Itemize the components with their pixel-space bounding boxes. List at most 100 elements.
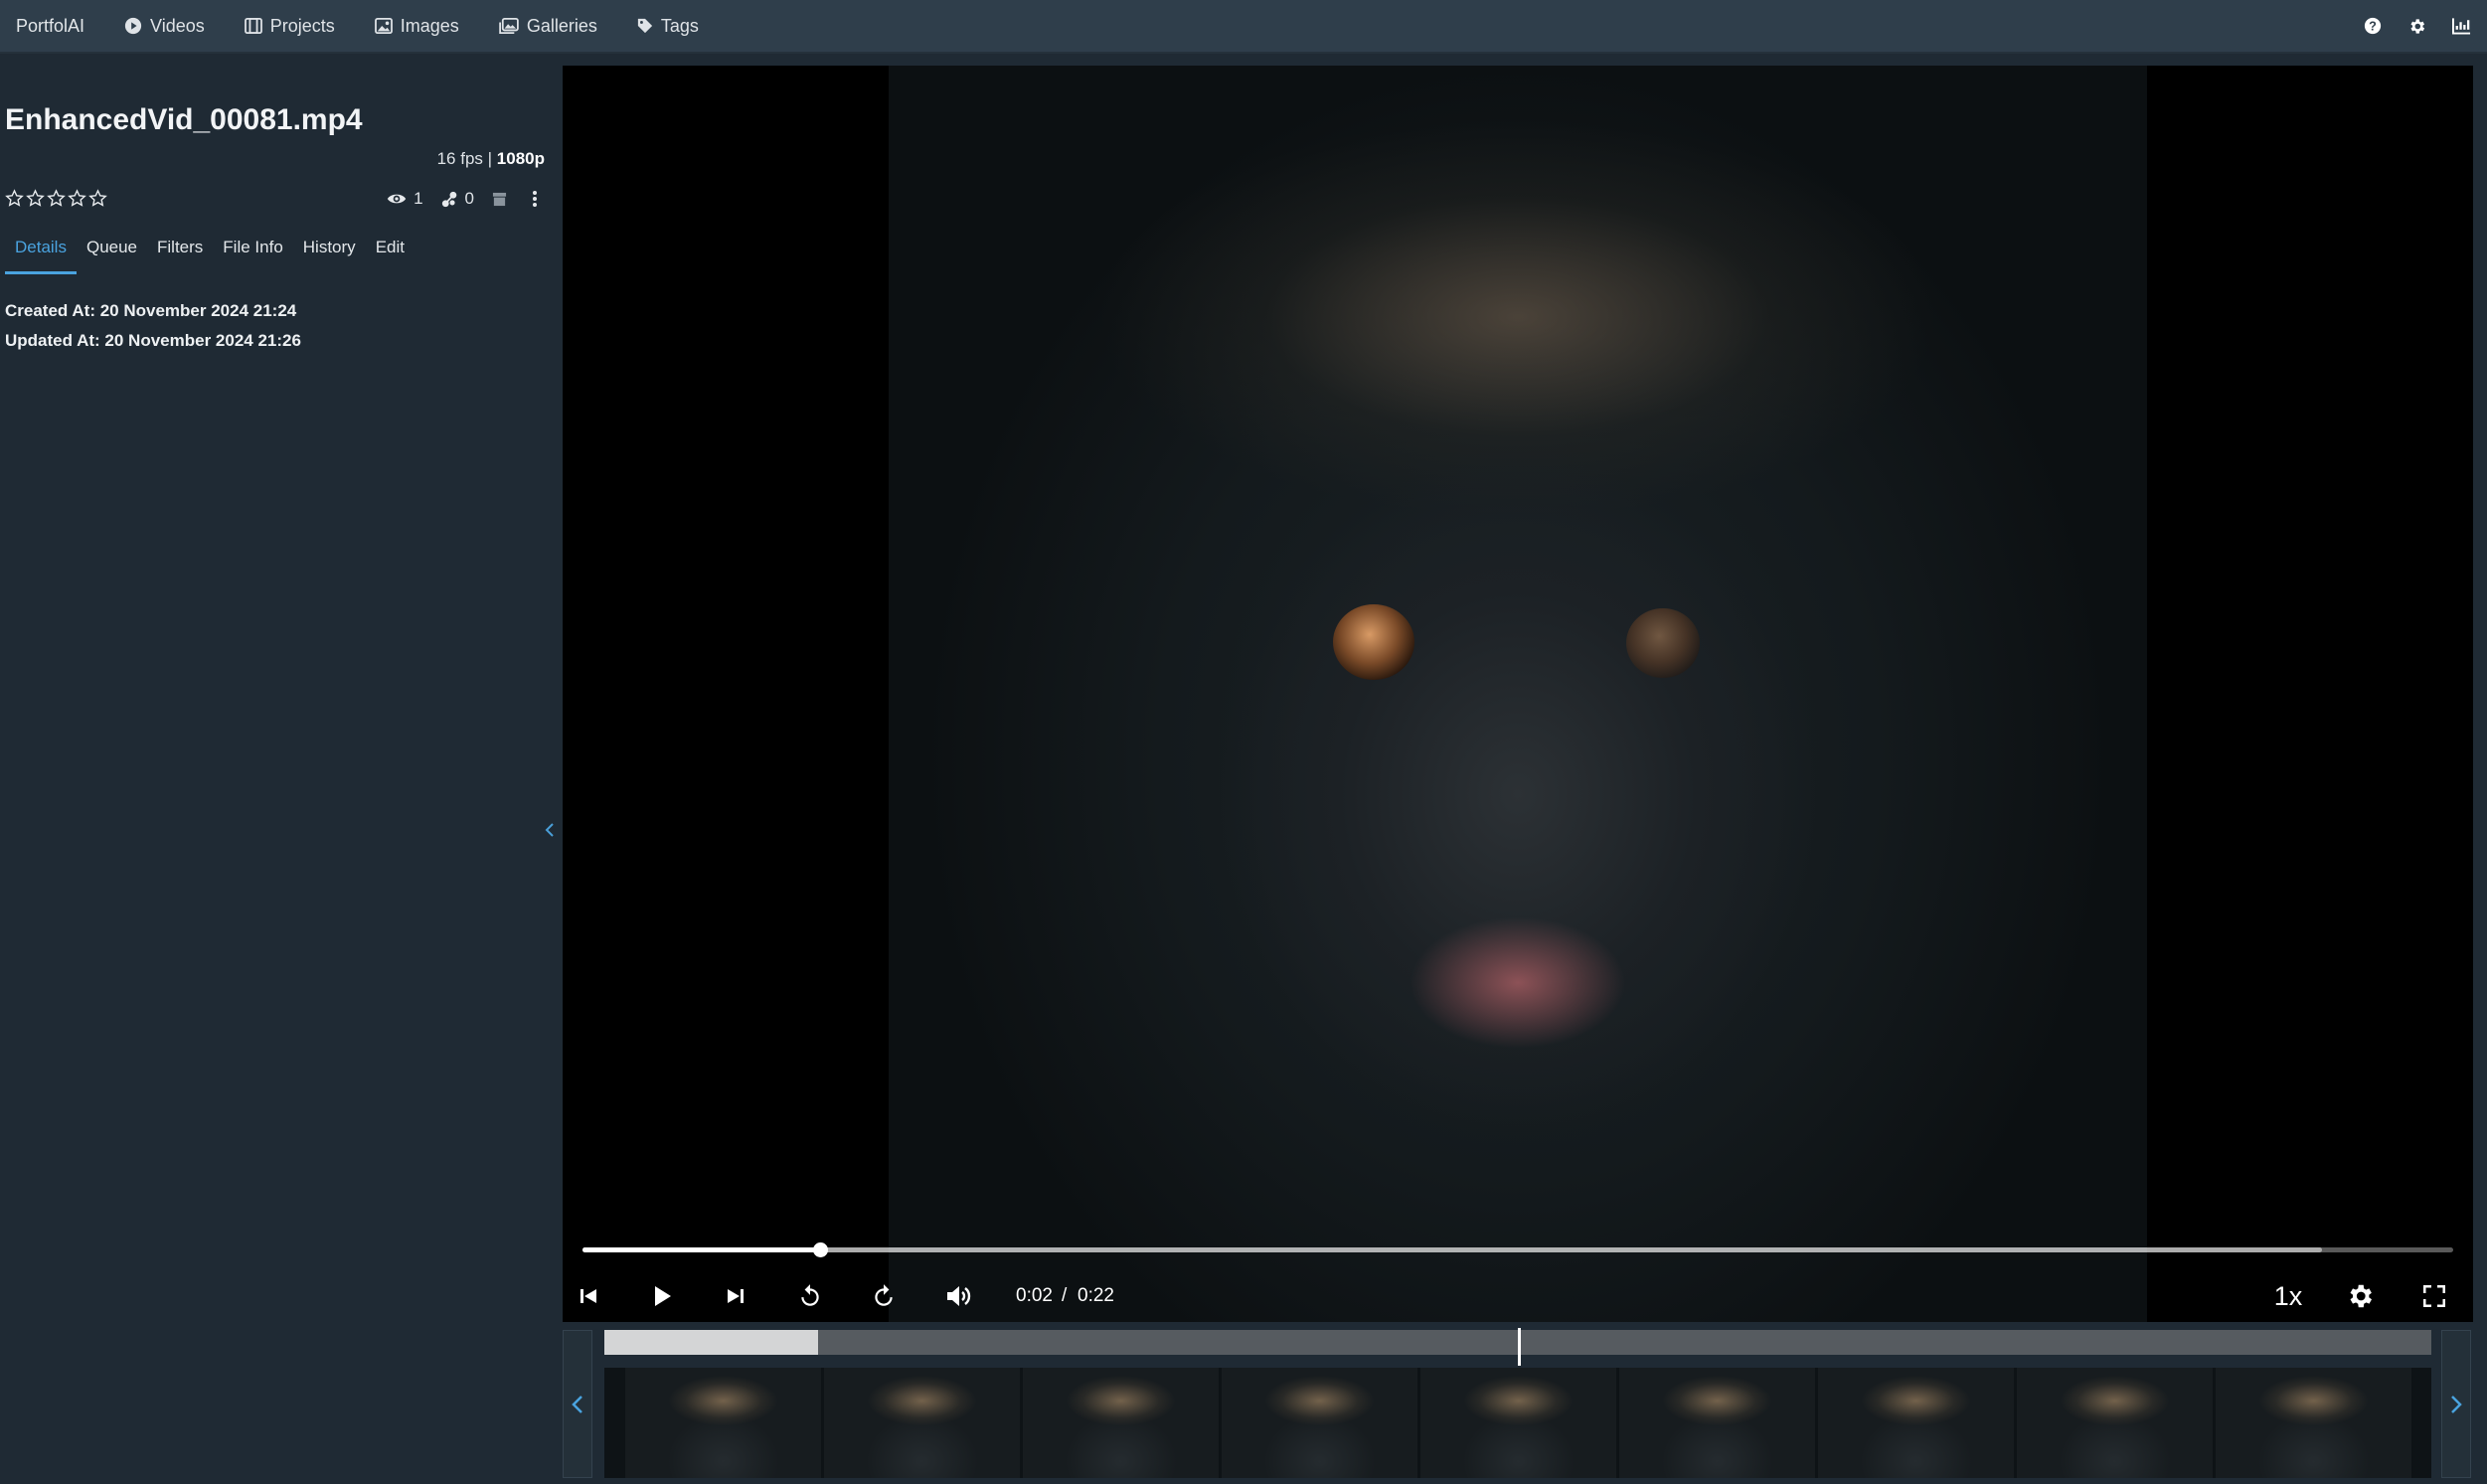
tab-queue[interactable]: Queue — [77, 238, 147, 274]
frame-thumbnail[interactable] — [2216, 1368, 2411, 1478]
volume-icon — [947, 1286, 971, 1306]
more-options-button[interactable] — [532, 190, 545, 208]
frame-thumbnail[interactable] — [824, 1368, 1020, 1478]
tag-icon — [637, 18, 652, 34]
timeline-view-window[interactable] — [604, 1330, 819, 1355]
app-brand[interactable]: PortfolAI — [16, 16, 84, 37]
video-meta: 16 fps | 1080p — [437, 149, 545, 169]
frame-thumbnail[interactable] — [1818, 1368, 2014, 1478]
star-icon[interactable] — [5, 189, 24, 208]
video-frame-eye — [1333, 604, 1414, 680]
fork-icon — [441, 191, 456, 207]
likes-stat: 0 — [441, 189, 474, 209]
eye-icon — [387, 194, 407, 204]
film-icon — [244, 18, 262, 34]
chevron-left-icon — [545, 823, 554, 837]
image-icon — [374, 18, 393, 34]
svg-text:?: ? — [2369, 20, 2377, 34]
likes-count: 0 — [464, 189, 474, 208]
star-icon[interactable] — [68, 189, 86, 208]
nav-images[interactable]: Images — [374, 15, 459, 37]
frame-thumbnail[interactable] — [625, 1368, 821, 1478]
chevron-left-icon — [572, 1395, 582, 1413]
fast-forward-icon — [875, 1284, 893, 1306]
thumbnail-strip — [604, 1368, 2431, 1478]
rewind-icon — [801, 1284, 819, 1306]
tab-edit[interactable]: Edit — [366, 238, 414, 274]
star-icon[interactable] — [88, 189, 107, 208]
images-icon — [499, 18, 519, 34]
created-at: Created At: 20 November 2024 21:24 — [5, 301, 297, 320]
frame-timeline — [563, 1328, 2473, 1481]
fullscreen-button[interactable] — [2417, 1274, 2451, 1318]
progress-buffered — [582, 1247, 2323, 1252]
resolution-value: 1080p — [496, 149, 545, 168]
nav-videos-label: Videos — [150, 15, 205, 36]
star-icon[interactable] — [47, 189, 66, 208]
tab-details[interactable]: Details — [5, 238, 77, 274]
timeline-playhead[interactable] — [1518, 1328, 1521, 1366]
details-sidebar: EnhancedVid_00081.mp4 16 fps | 1080p 1 0… — [0, 56, 563, 1484]
progress-thumb[interactable] — [813, 1242, 828, 1257]
archive-icon — [492, 192, 507, 206]
star-icon[interactable] — [26, 189, 45, 208]
frame-thumbnail[interactable] — [2017, 1368, 2213, 1478]
duration: 0:22 — [1078, 1285, 1114, 1306]
frame-thumbnail[interactable] — [1222, 1368, 1417, 1478]
fps-value: 16 fps — [436, 149, 483, 168]
video-frame-eye — [1626, 608, 1700, 678]
more-vertical-icon — [533, 191, 537, 207]
current-time: 0:02 — [1016, 1285, 1053, 1306]
nav-tags[interactable]: Tags — [637, 16, 699, 37]
frame-thumbnail[interactable] — [1619, 1368, 1815, 1478]
nav-projects-label: Projects — [269, 15, 335, 36]
star-rating[interactable] — [5, 189, 109, 208]
frame-thumbnail[interactable] — [1023, 1368, 1219, 1478]
views-count: 1 — [414, 189, 423, 208]
top-navbar: PortfolAI Videos Projects Images Galleri… — [0, 0, 2487, 54]
timeline-scrubber[interactable] — [604, 1328, 2431, 1366]
progress-bar[interactable] — [582, 1242, 2453, 1257]
fullscreen-icon — [2423, 1285, 2445, 1307]
tab-file-info[interactable]: File Info — [213, 238, 292, 274]
chevron-right-icon — [2451, 1395, 2462, 1413]
help-icon[interactable]: ? — [2364, 17, 2382, 35]
tab-filters[interactable]: Filters — [147, 238, 213, 274]
rewind-button[interactable] — [793, 1274, 827, 1318]
updated-at: Updated At: 20 November 2024 21:26 — [5, 331, 301, 350]
forward-button[interactable] — [867, 1274, 901, 1318]
nav-tags-label: Tags — [660, 15, 699, 36]
skip-previous-icon — [580, 1289, 596, 1303]
navbar-actions: ? — [2338, 17, 2471, 36]
volume-button[interactable] — [940, 1274, 978, 1318]
collapse-sidebar-button[interactable] — [545, 821, 555, 844]
gear-icon — [2350, 1284, 2372, 1308]
chart-icon[interactable] — [2452, 17, 2471, 35]
nav-galleries[interactable]: Galleries — [499, 16, 597, 37]
video-frame — [889, 66, 2147, 1322]
settings-button[interactable] — [2342, 1274, 2378, 1318]
meta-separator: | — [487, 149, 493, 168]
video-title: EnhancedVid_00081.mp4 — [5, 103, 363, 136]
timeline-prev-button[interactable] — [563, 1330, 592, 1478]
next-button[interactable] — [720, 1274, 751, 1318]
play-icon — [655, 1286, 671, 1306]
nav-videos[interactable]: Videos — [124, 16, 205, 37]
nav-galleries-label: Galleries — [526, 15, 597, 36]
video-stats: 1 0 — [369, 189, 545, 209]
skip-next-icon — [728, 1289, 744, 1303]
nav-images-label: Images — [400, 15, 459, 36]
video-player[interactable]: 0:02 / 0:22 1x — [563, 66, 2473, 1322]
frame-thumbnail[interactable] — [1420, 1368, 1616, 1478]
play-circle-icon — [124, 17, 142, 35]
play-button[interactable] — [646, 1274, 678, 1318]
timeline-next-button[interactable] — [2441, 1330, 2471, 1478]
archive-button[interactable] — [492, 192, 514, 207]
nav-projects[interactable]: Projects — [244, 15, 335, 37]
previous-button[interactable] — [573, 1274, 604, 1318]
time-separator: / — [1062, 1285, 1068, 1306]
gear-icon[interactable] — [2407, 17, 2426, 36]
tab-history[interactable]: History — [293, 238, 366, 274]
sidebar-tabs: Details Queue Filters File Info History … — [5, 238, 414, 274]
playback-speed-button[interactable]: 1x — [2266, 1274, 2310, 1318]
